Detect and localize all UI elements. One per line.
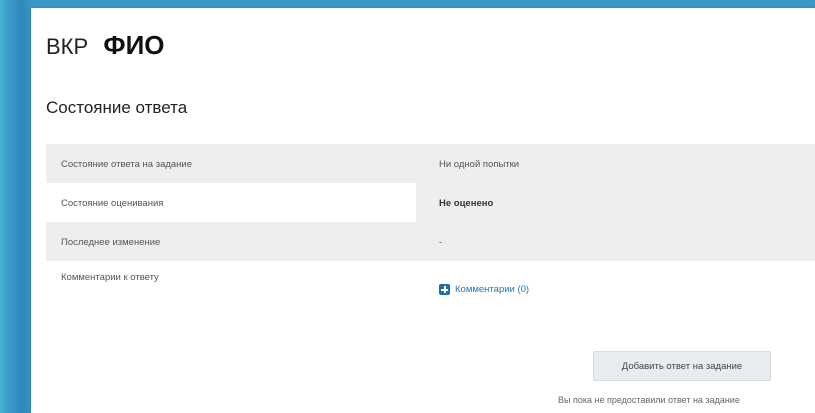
last-modified-value: - [439,237,443,248]
submission-comments-label: Комментарии к ответу [61,272,159,283]
grading-status-value: Не оценено [439,198,494,209]
page-title: ВКР ФИО [46,30,165,61]
page-title-prefix: ВКР [46,34,89,59]
no-submission-note: Вы пока не предоставили ответ на задание [558,395,740,405]
table-row-grading-status: Состояние оценивания Не оценено [46,183,815,222]
grading-status-label: Состояние оценивания [61,198,164,209]
plus-square-icon [439,284,450,295]
table-row-submission-comments: Комментарии к ответу Комментарии (0) [46,261,815,341]
table-row-last-modified: Последнее изменение - [46,222,815,261]
submission-status-label: Состояние ответа на задание [61,159,193,170]
last-modified-label: Последнее изменение [61,237,161,248]
table-row-submission-status: Состояние ответа на задание Ни одной поп… [46,144,815,183]
submission-status-value: Ни одной попытки [439,159,520,170]
submission-status-heading: Состояние ответа [46,98,188,117]
page-title-name: ФИО [103,30,165,60]
assignment-panel: ВКР ФИО Состояние ответа Состояние ответ… [31,8,815,413]
comments-link[interactable]: Комментарии (0) [439,284,529,295]
add-submission-button[interactable]: Добавить ответ на задание [593,351,771,381]
comments-link-label: Комментарии (0) [455,284,530,295]
